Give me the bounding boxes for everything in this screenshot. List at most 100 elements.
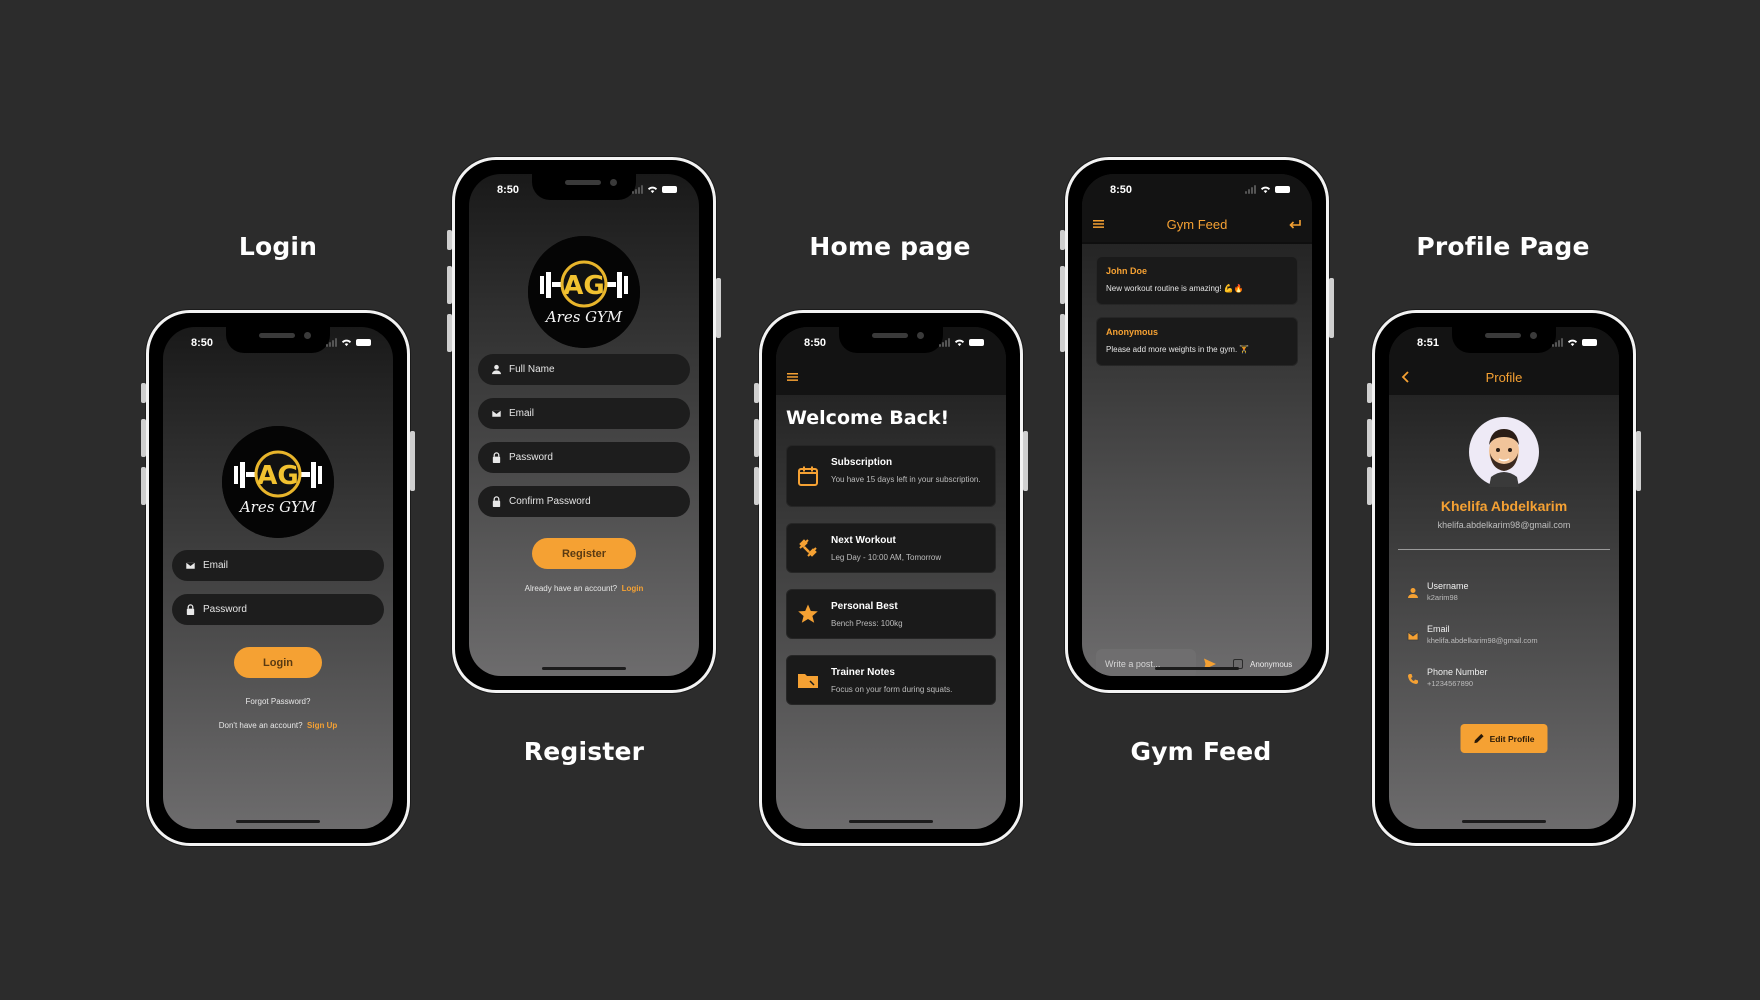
login-title: Login [238, 232, 318, 261]
confirm-password-field[interactable]: Confirm Password [478, 486, 690, 517]
trainer-notes-card[interactable]: Trainer Notes Focus on your form during … [786, 655, 996, 705]
status-time: 8:50 [191, 337, 214, 349]
person-icon [1407, 586, 1419, 598]
folder-icon [797, 669, 819, 691]
home-indicator [1155, 667, 1239, 670]
register-screen: 8:50 AG Ares GYM Full Name Email Passwor… [469, 174, 699, 676]
subscription-card[interactable]: Subscription You have 15 days left in yo… [786, 445, 996, 507]
status-bar: 8:50 [163, 336, 393, 352]
avatar [1469, 417, 1539, 487]
menu-icon[interactable] [786, 370, 800, 384]
register-phone: 8:50 AG Ares GYM Full Name Email Passwor… [447, 157, 721, 693]
login-button[interactable]: Login [234, 647, 322, 678]
wifi-icon [647, 186, 658, 194]
status-bar: 8:50 [469, 183, 699, 199]
login-phone: 8:50 AG Ares GYM Email Password Login Fo… [141, 310, 415, 846]
status-time: 8:50 [804, 337, 827, 349]
edit-profile-button[interactable]: Edit Profile [1460, 724, 1548, 753]
fullname-field[interactable]: Full Name [478, 354, 690, 385]
wifi-icon [954, 339, 965, 347]
profile-name: Khelifa Abdelkarim [1440, 498, 1568, 514]
divider [1398, 549, 1610, 550]
have-account-text: Already have an account? [524, 584, 618, 593]
card-title: Next Workout [831, 535, 896, 546]
fullname-placeholder: Full Name [509, 364, 555, 375]
status-bar: 8:50 [1082, 183, 1312, 199]
signal-icon [1552, 338, 1563, 347]
logout-icon[interactable] [1288, 217, 1302, 231]
battery-icon [1582, 339, 1597, 346]
email-row: Email khelifa.abdelkarim98@gmail.com [1407, 622, 1609, 652]
login-prompt: Already have an account? Login [469, 584, 699, 593]
pencil-icon [1474, 733, 1484, 744]
feed-post[interactable]: John Doe New workout routine is amazing!… [1096, 256, 1298, 305]
calendar-icon [797, 465, 819, 487]
profile-phone: 8:51 Profile Khelifa Abdelkarim khelifa.… [1367, 310, 1641, 846]
email-field[interactable]: Email [172, 550, 384, 581]
next-workout-card[interactable]: Next Workout Leg Day - 10:00 AM, Tomorro… [786, 523, 996, 573]
row-value: +1234567890 [1427, 679, 1474, 688]
status-time: 8:51 [1417, 337, 1440, 349]
row-label: Phone Number [1427, 667, 1488, 677]
password-field[interactable]: Password [478, 442, 690, 473]
personal-best-card[interactable]: Personal Best Bench Press: 100kg [786, 589, 996, 639]
post-author: John Doe [1106, 266, 1148, 276]
status-bar: 8:51 [1389, 336, 1619, 352]
signup-link[interactable]: Sign Up [307, 721, 337, 730]
username-row: Username k2arim98 [1407, 579, 1609, 609]
status-time: 8:50 [1110, 184, 1133, 196]
post-input-placeholder: Write a post... [1105, 659, 1161, 669]
card-title: Trainer Notes [831, 667, 895, 678]
feed-title: Gym Feed [1130, 737, 1272, 766]
edit-profile-label: Edit Profile [1489, 733, 1535, 744]
post-input[interactable]: Write a post... [1096, 649, 1196, 676]
profile-email: khelifa.abdelkarim98@gmail.com [1437, 520, 1571, 530]
email-placeholder: Email [203, 560, 229, 571]
battery-icon [662, 186, 677, 193]
welcome-heading: Welcome Back! [786, 407, 950, 429]
profile-screen: 8:51 Profile Khelifa Abdelkarim khelifa.… [1389, 327, 1619, 829]
battery-icon [969, 339, 984, 346]
wifi-icon [1567, 339, 1578, 347]
wifi-icon [1260, 186, 1271, 194]
password-field[interactable]: Password [172, 594, 384, 625]
battery-icon [356, 339, 371, 346]
home-indicator [236, 820, 320, 823]
signup-prompt: Don't have an account? Sign Up [163, 721, 393, 730]
svg-text:Ares GYM: Ares GYM [238, 498, 317, 516]
card-subtitle: You have 15 days left in your subscripti… [831, 475, 981, 484]
phone-icon [1407, 672, 1419, 684]
wifi-icon [341, 339, 352, 347]
ares-gym-logo: AG Ares GYM [528, 236, 640, 348]
login-screen: 8:50 AG Ares GYM Email Password Login Fo… [163, 327, 393, 829]
row-label: Email [1427, 624, 1450, 634]
email-placeholder: Email [509, 408, 535, 419]
email-field[interactable]: Email [478, 398, 690, 429]
dumbbell-icon [797, 537, 819, 559]
register-button[interactable]: Register [532, 538, 636, 569]
feed-app-title: Gym Feed [1166, 217, 1228, 232]
phone-row: Phone Number +1234567890 [1407, 665, 1609, 695]
signal-icon [632, 185, 643, 194]
home-phone: 8:50 Welcome Back! Subscription You have… [754, 310, 1028, 846]
card-title: Subscription [831, 457, 893, 468]
mail-icon [1407, 629, 1419, 641]
no-account-text: Don't have an account? [218, 721, 303, 730]
password-placeholder: Password [509, 452, 553, 463]
post-text: Please add more weights in the gym. 🏋 [1106, 345, 1250, 354]
forgot-password-link[interactable]: Forgot Password? [163, 697, 393, 706]
profile-app-title: Profile [1485, 370, 1523, 385]
row-label: Username [1427, 581, 1469, 591]
ares-gym-logo: AG Ares GYM [222, 426, 334, 538]
feed-post[interactable]: Anonymous Please add more weights in the… [1096, 317, 1298, 366]
signal-icon [1245, 185, 1256, 194]
status-time: 8:50 [497, 184, 520, 196]
signal-icon [326, 338, 337, 347]
lock-icon [490, 496, 502, 508]
svg-text:AG: AG [257, 461, 298, 491]
confirm-password-placeholder: Confirm Password [509, 496, 591, 507]
mail-icon [184, 560, 196, 572]
login-link[interactable]: Login [622, 584, 644, 593]
password-placeholder: Password [203, 604, 247, 615]
battery-icon [1275, 186, 1290, 193]
